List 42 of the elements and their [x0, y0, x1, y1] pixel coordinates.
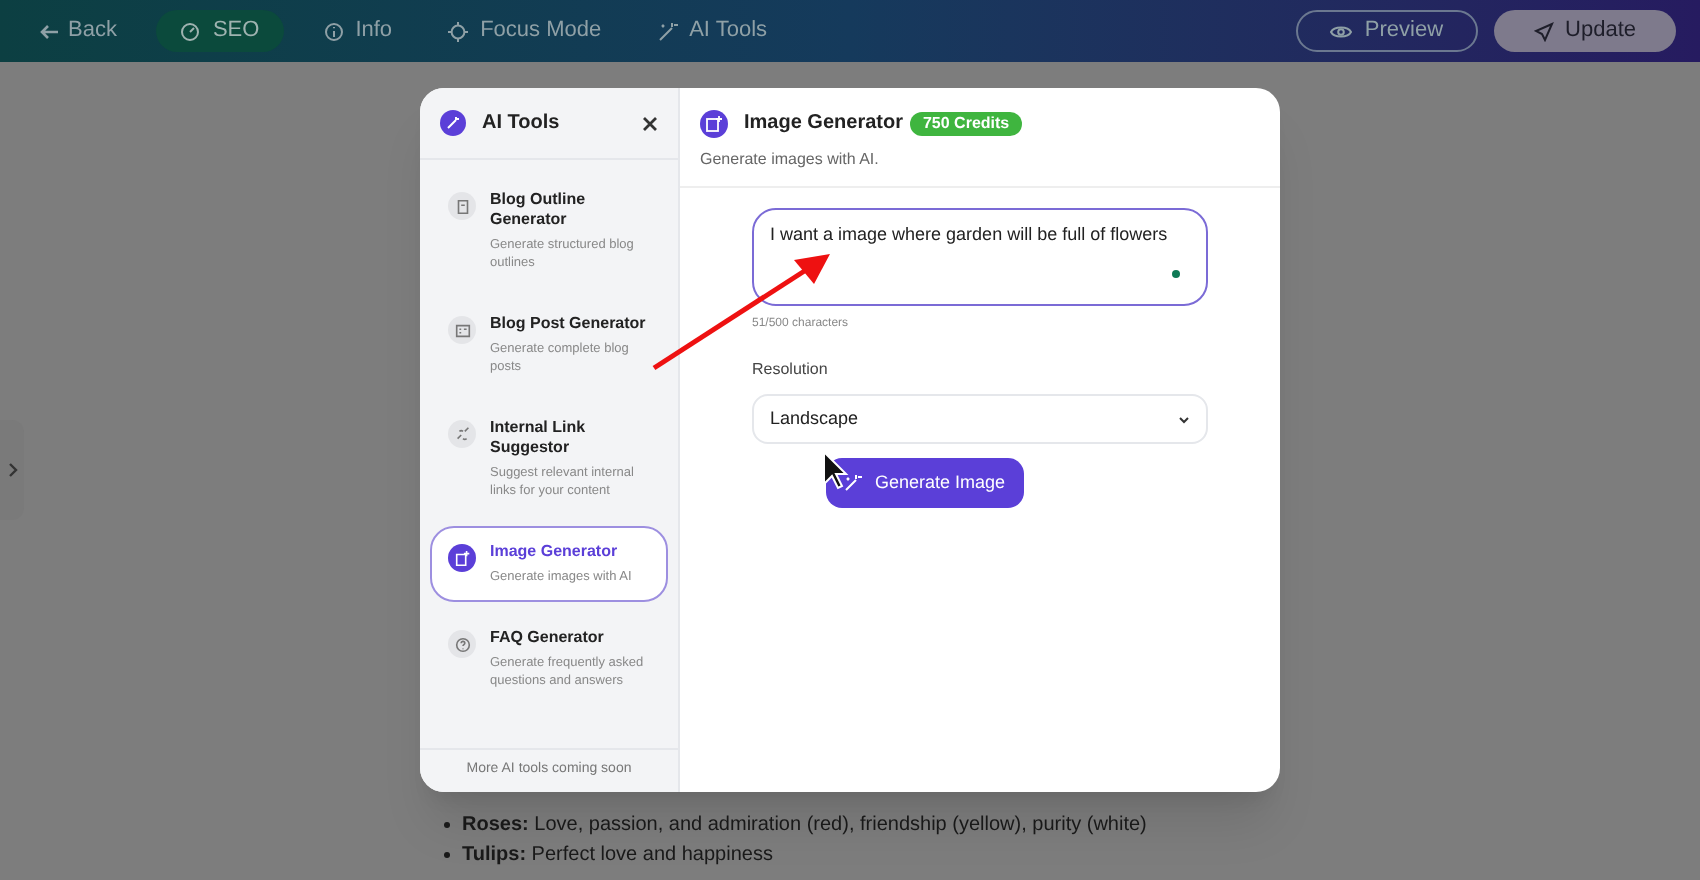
- tool-icon: [448, 630, 476, 658]
- credits-badge: 750 Credits: [910, 111, 1022, 135]
- bullet-icon: [444, 822, 450, 828]
- bullet-icon: [444, 852, 450, 858]
- close-icon: [642, 115, 658, 131]
- tool-title: Internal Link Suggestor: [490, 418, 588, 458]
- back-arrow-icon: [40, 21, 60, 41]
- eye-icon: [1330, 23, 1353, 39]
- tool-icon: [448, 316, 476, 344]
- magic-wand-icon: [657, 21, 678, 41]
- gauge-icon: [180, 21, 201, 41]
- generate-image-button[interactable]: Generate Image: [826, 458, 1024, 508]
- chevron-right-icon: [7, 462, 17, 478]
- resolution-label: Resolution: [752, 358, 828, 382]
- image-plus-icon: [700, 109, 728, 137]
- info-icon: [323, 21, 344, 41]
- magic-wand-icon: [844, 474, 863, 492]
- panel-title: Image Generator: [744, 110, 903, 138]
- resolution-select[interactable]: Landscape: [752, 394, 1208, 444]
- tool-title: FAQ Generator: [490, 628, 606, 648]
- bullet-text: Roses: Love, passion, and admiration (red), friendship (yellow), purity (white): [462, 812, 1147, 840]
- chevron-down-icon: [1178, 415, 1190, 423]
- panel-subtitle: Generate images with AI.: [700, 148, 881, 172]
- send-icon: [1533, 21, 1554, 41]
- toolbar-tab[interactable]: SEO: [156, 10, 284, 52]
- tool-title: Blog Post Generator: [490, 314, 648, 334]
- tool-title: Image Generator: [490, 542, 620, 562]
- toolbar-tab[interactable]: Focus Mode: [432, 10, 618, 52]
- tool-icon: [448, 192, 476, 220]
- bullet-text: Tulips: Perfect love and happiness: [462, 842, 773, 870]
- target-icon: [448, 21, 469, 41]
- update-button[interactable]: Update: [1493, 10, 1676, 52]
- toolbar-tab[interactable]: Info: [307, 10, 409, 52]
- tool-icon: [448, 544, 476, 572]
- tool-icon: [448, 420, 476, 448]
- mouse-cursor-icon: [822, 450, 850, 490]
- preview-button[interactable]: Preview: [1296, 10, 1478, 52]
- toolbar-tab[interactable]: AI Tools: [641, 10, 784, 52]
- sidebar-title: AI Tools: [482, 110, 560, 138]
- close-button[interactable]: [642, 115, 658, 131]
- back-button[interactable]: Back: [24, 6, 133, 56]
- tool-title: Blog Outline Generator: [490, 190, 588, 230]
